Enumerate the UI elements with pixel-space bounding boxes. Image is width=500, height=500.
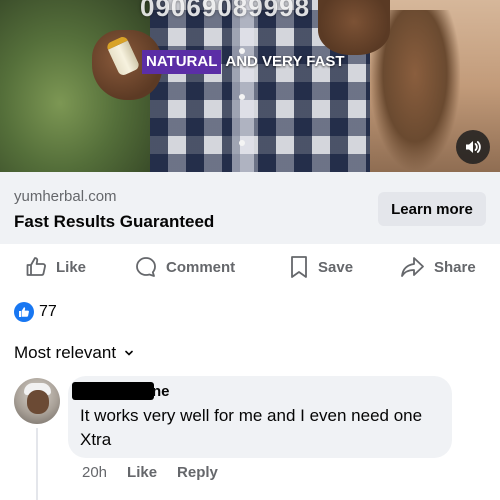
reactions-summary[interactable]: 77 <box>14 302 57 322</box>
save-label: Save <box>318 258 354 276</box>
comment-reply-button[interactable]: Reply <box>177 464 218 481</box>
comment-meta: 20h Like Reply <box>82 464 218 481</box>
video-shirt-placket <box>232 0 254 172</box>
save-button[interactable]: Save <box>288 246 353 288</box>
share-button[interactable]: Share <box>400 246 476 288</box>
thumbs-up-icon <box>26 257 46 276</box>
sort-label: Most relevant <box>14 343 117 362</box>
comments-sort-dropdown[interactable]: Most relevant <box>14 343 134 363</box>
share-arrow-icon <box>401 257 424 277</box>
video-caption: NATURAL AND VERY FAST <box>142 50 349 74</box>
avatar-face <box>27 390 49 414</box>
comment-button[interactable]: Comment <box>134 246 235 288</box>
link-domain: yumherbal.com <box>14 188 117 205</box>
like-button[interactable]: Like <box>24 246 86 288</box>
link-headline: Fast Results Guaranteed <box>14 212 215 231</box>
like-label: Like <box>56 258 87 276</box>
post-action-bar: Like Comment Save Share <box>0 246 500 288</box>
reaction-count: 77 <box>39 303 57 320</box>
comment-label: Comment <box>166 258 236 276</box>
like-reaction-icon <box>14 302 34 322</box>
comment-time: 20h <box>82 464 108 481</box>
caption-text: AND VERY FAST <box>225 53 345 70</box>
comment-thread-line <box>36 428 38 500</box>
video-hand <box>318 0 390 55</box>
speaker-on-icon <box>466 141 481 153</box>
ad-video[interactable]: 09069089998 NATURAL AND VERY FAST <box>0 0 500 172</box>
sound-toggle-button[interactable] <box>456 130 490 164</box>
bookmark-icon <box>291 256 307 278</box>
share-label: Share <box>434 258 476 276</box>
chevron-down-icon <box>125 350 133 356</box>
commenter-name[interactable]: ne <box>152 383 170 400</box>
video-phone-number-overlay: 09069089998 <box>140 0 311 22</box>
comment-like-button[interactable]: Like <box>127 464 157 481</box>
comment-text: It works very well for me and I even nee… <box>80 406 423 449</box>
shirt-button <box>239 94 245 100</box>
learn-more-button[interactable]: Learn more <box>378 192 486 226</box>
caption-highlight-word: NATURAL <box>142 50 222 74</box>
redacted-name <box>72 382 154 400</box>
commenter-avatar[interactable] <box>14 378 60 424</box>
comment-bubble-icon <box>136 257 156 277</box>
shirt-button <box>239 140 245 146</box>
